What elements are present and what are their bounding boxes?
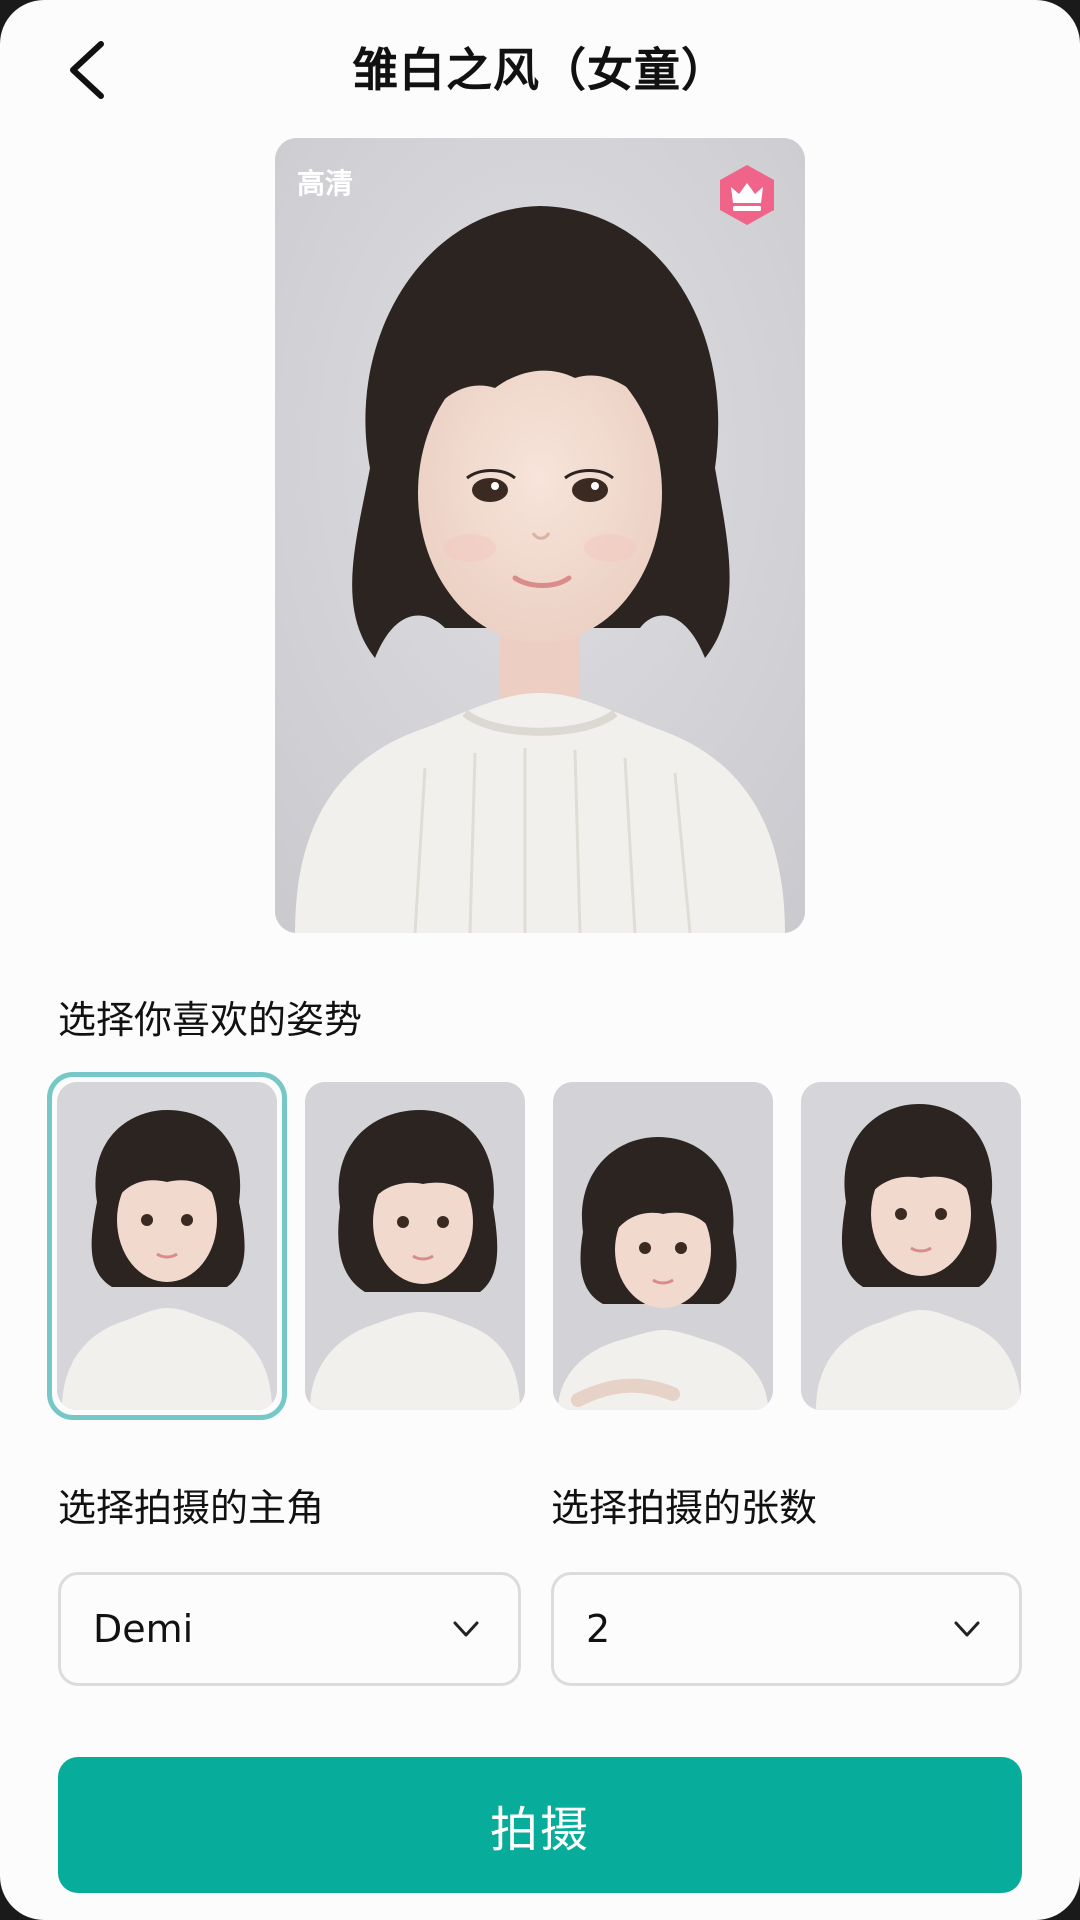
screen: 雏白之风（女童） 高清 选择你喜欢的姿势 选择拍摄的主角 选择拍摄的张数 Dem… [0, 0, 1080, 1920]
pose-option-2[interactable] [305, 1082, 525, 1410]
portrait-illustration [275, 138, 805, 933]
subject-select[interactable]: Demi [58, 1572, 521, 1686]
pose-option-4[interactable] [801, 1082, 1021, 1410]
back-button[interactable] [52, 30, 122, 110]
count-section-label: 选择拍摄的张数 [551, 1486, 818, 1530]
count-select-value: 2 [586, 1607, 611, 1651]
chevron-down-icon [453, 1621, 479, 1637]
pose-thumbnail [553, 1082, 773, 1410]
chevron-down-icon [954, 1621, 980, 1637]
pose-option-3[interactable] [553, 1082, 773, 1410]
pose-thumbnail [305, 1082, 525, 1410]
pose-thumbnail [801, 1082, 1021, 1410]
preview-image: 高清 [275, 138, 805, 933]
page-title: 雏白之风（女童） [352, 43, 728, 97]
pose-option-1[interactable] [57, 1082, 277, 1410]
shoot-button[interactable]: 拍摄 [58, 1757, 1022, 1893]
crown-icon [720, 165, 774, 225]
hd-badge: 高清 [297, 167, 354, 200]
chevron-left-icon [70, 41, 104, 99]
pose-thumbnail [57, 1082, 277, 1410]
pose-section-label: 选择你喜欢的姿势 [58, 998, 363, 1042]
count-select[interactable]: 2 [551, 1572, 1022, 1686]
subject-section-label: 选择拍摄的主角 [58, 1486, 325, 1530]
subject-select-value: Demi [93, 1607, 194, 1651]
